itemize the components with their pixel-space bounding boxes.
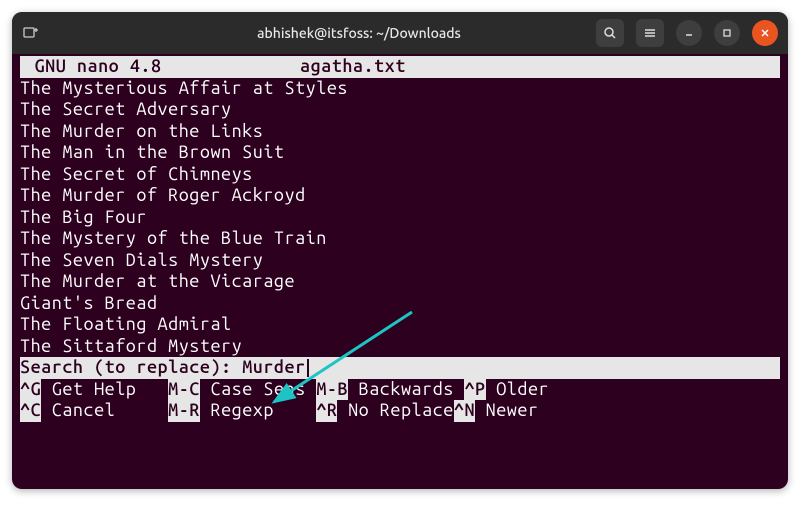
shortcut-desc: Case Sens — [200, 379, 306, 401]
menu-button[interactable] — [636, 19, 664, 47]
shortcut-desc: Cancel — [41, 400, 147, 422]
editor-line: The Mystery of the Blue Train — [20, 228, 780, 250]
close-button[interactable] — [752, 20, 778, 46]
editor-line: The Floating Admiral — [20, 314, 780, 336]
shortcut-desc: Get Help — [41, 379, 147, 401]
window-title: abhishek@itsfoss: ~/Downloads — [122, 25, 596, 41]
shortcut-desc: Backwards — [348, 379, 454, 401]
search-prompt-label: Search (to replace): — [20, 357, 242, 377]
window-titlebar: abhishek@itsfoss: ~/Downloads — [12, 12, 788, 54]
search-button[interactable] — [596, 19, 624, 47]
minimize-button[interactable] — [676, 20, 702, 46]
shortcut-help: ^G Get Help M-C Case Sens M-B Backwards … — [20, 379, 780, 422]
terminal-content[interactable]: GNU nano 4.8 agatha.txt The Mysterious A… — [12, 54, 788, 422]
search-input-value: Murder — [242, 357, 305, 377]
shortcut-key: ^R — [316, 400, 337, 422]
shortcut-key: ^G — [20, 379, 41, 401]
editor-line: The Murder on the Links — [20, 121, 780, 143]
shortcut-row: ^C Cancel M-R Regexp ^R No Replace^N New… — [20, 400, 780, 422]
shortcut-key: M-R — [168, 400, 200, 422]
editor-line: The Secret of Chimneys — [20, 164, 780, 186]
shortcut-desc: Older — [486, 379, 549, 401]
shortcut-desc: Newer — [475, 400, 538, 422]
editor-line: The Seven Dials Mystery — [20, 250, 780, 272]
editor-line: Giant's Bread — [20, 293, 780, 315]
shortcut-key: ^C — [20, 400, 41, 422]
terminal-window: abhishek@itsfoss: ~/Downloads GNU nano 4… — [12, 12, 788, 489]
editor-line: The Secret Adversary — [20, 99, 780, 121]
shortcut-key: ^N — [454, 400, 475, 422]
shortcut-key: ^P — [464, 379, 485, 401]
shortcut-desc: No Replace — [337, 400, 453, 422]
shortcut-key: M-B — [316, 379, 348, 401]
text-cursor — [307, 359, 309, 377]
maximize-button[interactable] — [714, 20, 740, 46]
shortcut-desc: Regexp — [200, 400, 306, 422]
nano-app-name: GNU nano 4.8 — [35, 56, 162, 76]
search-prompt-line[interactable]: Search (to replace): Murder — [20, 357, 780, 379]
editor-line: The Big Four — [20, 207, 780, 229]
editor-line: The Mysterious Affair at Styles — [20, 78, 780, 100]
editor-line: The Murder of Roger Ackroyd — [20, 185, 780, 207]
new-tab-button[interactable] — [22, 24, 40, 42]
editor-line: The Man in the Brown Suit — [20, 142, 780, 164]
shortcut-key: M-C — [168, 379, 200, 401]
editor-line: The Sittaford Mystery — [20, 336, 780, 358]
nano-header: GNU nano 4.8 agatha.txt — [20, 56, 780, 78]
nano-filename: agatha.txt — [300, 56, 406, 78]
editor-line: The Murder at the Vicarage — [20, 271, 780, 293]
shortcut-row: ^G Get Help M-C Case Sens M-B Backwards … — [20, 379, 780, 401]
